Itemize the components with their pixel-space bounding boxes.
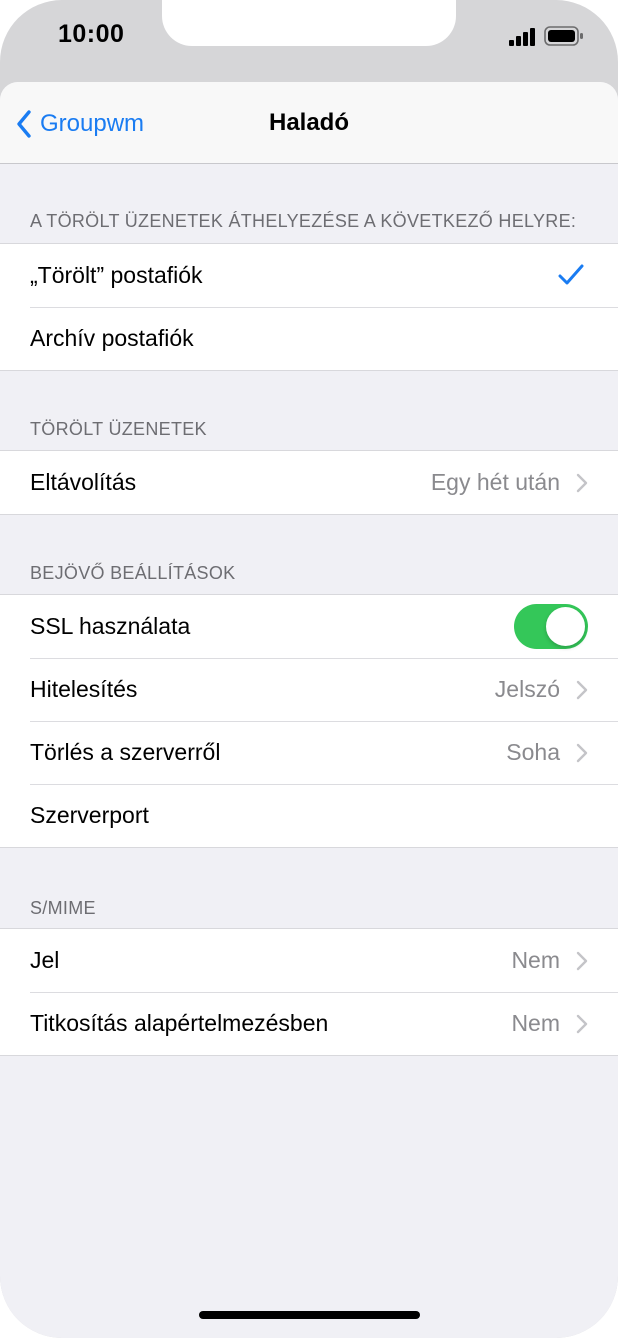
- row-label: Archív postafiók: [30, 325, 194, 351]
- option-deleted-mailbox[interactable]: „Törölt” postafiók: [0, 244, 618, 307]
- row-value: Jelszó: [494, 676, 560, 702]
- checkmark-icon: [558, 264, 584, 285]
- row-value: Soha: [506, 739, 560, 765]
- chevron-right-icon: [576, 743, 588, 763]
- chevron-right-icon: [576, 473, 588, 493]
- toggle-knob: [546, 607, 585, 646]
- move-deleted-group: „Törölt” postafiók Archív postafiók: [0, 243, 618, 371]
- section-header-incoming: BEJÖVŐ BEÁLLÍTÁSOK: [30, 563, 236, 583]
- row-label: SSL használata: [30, 613, 191, 639]
- section-header-smime: S/MIME: [30, 898, 96, 918]
- row-label: Törlés a szerverről: [30, 739, 221, 765]
- row-delete-from-server[interactable]: Törlés a szerverről Soha: [0, 721, 618, 784]
- row-remove[interactable]: Eltávolítás Egy hét után: [0, 451, 618, 514]
- navigation-bar: Groupwm Haladó: [0, 82, 618, 164]
- smime-group: Jel Nem Titkosítás alapértelmezésben Nem: [0, 928, 618, 1056]
- row-value: Nem: [511, 947, 560, 973]
- row-label: Szerverport: [30, 802, 149, 828]
- settings-sheet: Groupwm Haladó A TÖRÖLT ÜZENETEK ÁTHELYE…: [0, 82, 618, 1338]
- row-label: Hitelesítés: [30, 676, 138, 702]
- status-time: 10:00: [58, 20, 125, 48]
- chevron-right-icon: [576, 951, 588, 971]
- chevron-right-icon: [576, 1014, 588, 1034]
- row-server-port[interactable]: Szerverport: [0, 784, 618, 847]
- row-authentication[interactable]: Hitelesítés Jelszó: [0, 658, 618, 721]
- ssl-toggle[interactable]: [514, 604, 588, 649]
- row-label: Jel: [30, 947, 60, 973]
- row-label: Eltávolítás: [30, 469, 137, 495]
- row-use-ssl: SSL használata: [0, 595, 618, 658]
- cellular-signal-icon: [509, 28, 535, 46]
- page-title: Haladó: [268, 109, 349, 136]
- incoming-settings-group: SSL használata Hitelesítés Jelszó Törlés…: [0, 594, 618, 848]
- notch: [162, 0, 456, 46]
- battery-icon: [544, 26, 583, 46]
- home-indicator[interactable]: [199, 1311, 420, 1319]
- chevron-right-icon: [576, 680, 588, 700]
- row-encrypt-by-default[interactable]: Titkosítás alapértelmezésben Nem: [0, 992, 618, 1055]
- row-label: „Törölt” postafiók: [30, 262, 203, 288]
- row-sign[interactable]: Jel Nem: [0, 929, 618, 992]
- section-header-move-deleted: A TÖRÖLT ÜZENETEK ÁTHELYEZÉSE A KÖVETKEZ…: [30, 211, 577, 231]
- phone-frame: 10:00 Groupwm Haladó A TÖRÖLT ÜZENETEK Á…: [0, 0, 618, 1338]
- status-icons: [509, 24, 584, 46]
- row-value: Egy hét után: [430, 469, 560, 495]
- screen: 10:00 Groupwm Haladó A TÖRÖLT ÜZENETEK Á…: [0, 0, 618, 1338]
- deleted-messages-group: Eltávolítás Egy hét után: [0, 450, 618, 515]
- row-label: Titkosítás alapértelmezésben: [30, 1010, 329, 1036]
- option-archive-mailbox[interactable]: Archív postafiók: [0, 307, 618, 370]
- section-header-deleted-messages: TÖRÖLT ÜZENETEK: [30, 419, 207, 439]
- row-value: Nem: [511, 1010, 560, 1036]
